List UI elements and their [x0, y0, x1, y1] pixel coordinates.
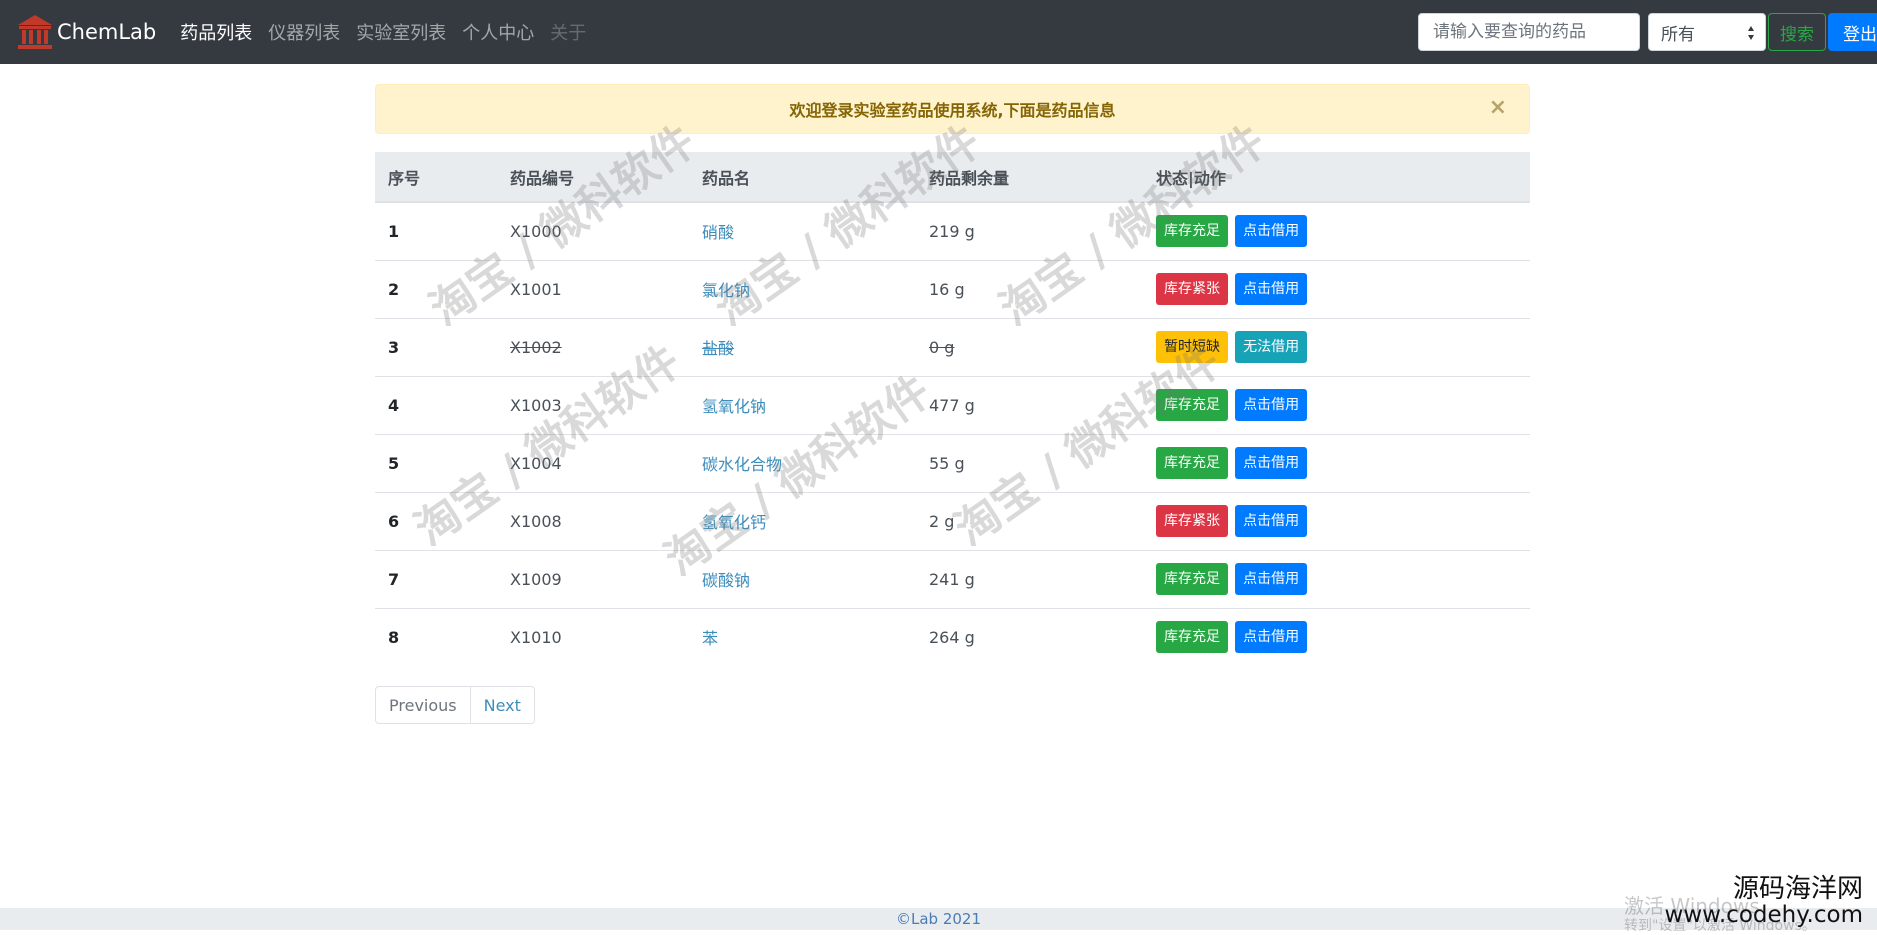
row-drug-name-link[interactable]: 苯 [689, 607, 916, 666]
category-select[interactable]: 所有 [1648, 13, 1766, 51]
nav-drug-list[interactable]: 药品列表 [180, 19, 252, 45]
row-amount: 264 g [916, 607, 1143, 666]
site-watermark: 源码海洋网 www.codehy.com [1664, 874, 1863, 929]
row-status-action: 库存紧张 点击借用 [1143, 259, 1530, 318]
row-status-action: 暂时短缺 无法借用 [1143, 317, 1530, 376]
header-status-action: 状态|动作 [1143, 152, 1530, 203]
borrow-button[interactable]: 点击借用 [1235, 621, 1308, 654]
status-badge: 库存紧张 [1156, 505, 1228, 537]
alert-message: 欢迎登录实验室药品使用系统,下面是药品信息 [789, 101, 1116, 120]
row-code: X1001 [497, 259, 689, 318]
status-badge: 库存紧张 [1156, 273, 1228, 305]
borrow-button[interactable]: 点击借用 [1235, 215, 1308, 248]
select-arrows-icon [1748, 26, 1754, 40]
row-index: 7 [375, 549, 497, 608]
status-badge: 库存充足 [1156, 621, 1228, 654]
row-status-action: 库存充足 点击借用 [1143, 607, 1530, 666]
row-drug-name-link[interactable]: 氢氧化钙 [689, 491, 916, 550]
brand[interactable]: ChemLab [16, 13, 156, 51]
pagination: Previous Next [375, 686, 535, 724]
table-row: 7 X1009 碳酸钠 241 g 库存充足 点击借用 [375, 549, 1530, 608]
nav-about[interactable]: 关于 [550, 19, 586, 45]
navbar: ChemLab 药品列表 仪器列表 实验室列表 个人中心 关于 所有 搜索 登出 [0, 0, 1877, 64]
status-badge: 库存充足 [1156, 447, 1228, 479]
row-index: 1 [375, 201, 497, 260]
header-name: 药品名 [689, 152, 916, 203]
header-code: 药品编号 [497, 152, 689, 203]
building-columns-icon [18, 15, 52, 49]
row-index: 6 [375, 491, 497, 550]
row-code: X1003 [497, 375, 689, 434]
status-badge: 暂时短缺 [1156, 331, 1228, 363]
table-row: 2 X1001 氯化钠 16 g 库存紧张 点击借用 [375, 259, 1530, 318]
table-header-row: 序号 药品编号 药品名 药品剩余量 状态|动作 [375, 152, 1530, 203]
borrow-button[interactable]: 点击借用 [1235, 389, 1308, 421]
row-code: X1004 [497, 433, 689, 492]
header-index: 序号 [375, 152, 497, 203]
row-index: 8 [375, 607, 497, 666]
category-select-value: 所有 [1661, 24, 1695, 45]
nav-lab-list[interactable]: 实验室列表 [356, 19, 446, 45]
table-row: 5 X1004 碳水化合物 55 g 库存充足 点击借用 [375, 433, 1530, 492]
nav-instrument-list[interactable]: 仪器列表 [268, 19, 340, 45]
site-name: 源码海洋网 [1732, 874, 1863, 904]
status-badge: 库存充足 [1156, 215, 1228, 248]
header-amount: 药品剩余量 [916, 152, 1143, 203]
row-drug-name-link[interactable]: 碳酸钠 [689, 549, 916, 608]
table-row: 1 X1000 硝酸 219 g 库存充足 点击借用 [375, 201, 1530, 260]
row-drug-name-link[interactable]: 氢氧化钠 [689, 375, 916, 434]
site-url: www.codehy.com [1664, 902, 1863, 929]
row-index: 4 [375, 375, 497, 434]
unavailable-button[interactable]: 无法借用 [1235, 331, 1308, 363]
status-badge: 库存充足 [1156, 563, 1228, 595]
nav-links: 药品列表 仪器列表 实验室列表 个人中心 关于 [180, 19, 602, 45]
status-badge: 库存充足 [1156, 389, 1228, 421]
borrow-button[interactable]: 点击借用 [1235, 447, 1308, 479]
close-icon[interactable]: × [1489, 97, 1507, 119]
table-row: 4 X1003 氢氧化钠 477 g 库存充足 点击借用 [375, 375, 1530, 434]
nav-profile[interactable]: 个人中心 [462, 19, 534, 45]
row-drug-name-link[interactable]: 硝酸 [689, 201, 916, 260]
row-status-action: 库存充足 点击借用 [1143, 433, 1530, 492]
table-row: 8 X1010 苯 264 g 库存充足 点击借用 [375, 607, 1530, 666]
row-amount: 16 g [916, 259, 1143, 318]
row-drug-name-link[interactable]: 氯化钠 [689, 259, 916, 318]
table-row: 6 X1008 氢氧化钙 2 g 库存紧张 点击借用 [375, 491, 1530, 550]
row-amount: 219 g [916, 201, 1143, 260]
welcome-alert: 欢迎登录实验室药品使用系统,下面是药品信息 × [375, 84, 1530, 134]
row-code: X1002 [497, 317, 689, 376]
borrow-button[interactable]: 点击借用 [1235, 505, 1308, 537]
row-amount: 0 g [916, 317, 1143, 376]
row-code: X1000 [497, 201, 689, 260]
row-status-action: 库存充足 点击借用 [1143, 549, 1530, 608]
row-index: 3 [375, 317, 497, 376]
previous-page-button[interactable]: Previous [375, 686, 471, 724]
logout-button[interactable]: 登出 [1828, 13, 1877, 51]
row-code: X1009 [497, 549, 689, 608]
row-amount: 2 g [916, 491, 1143, 550]
drug-table: 序号 药品编号 药品名 药品剩余量 状态|动作 1 X1000 硝酸 219 g… [375, 152, 1530, 666]
search-input[interactable] [1418, 13, 1640, 51]
row-amount: 477 g [916, 375, 1143, 434]
row-status-action: 库存紧张 点击借用 [1143, 491, 1530, 550]
row-code: X1008 [497, 491, 689, 550]
brand-name: ChemLab [57, 20, 157, 44]
row-drug-name-link[interactable]: 碳水化合物 [689, 433, 916, 492]
row-status-action: 库存充足 点击借用 [1143, 375, 1530, 434]
row-drug-name-link[interactable]: 盐酸 [689, 317, 916, 376]
footer: ©Lab 2021 [0, 908, 1877, 930]
borrow-button[interactable]: 点击借用 [1235, 563, 1308, 595]
borrow-button[interactable]: 点击借用 [1235, 273, 1308, 305]
row-code: X1010 [497, 607, 689, 666]
next-page-button[interactable]: Next [470, 686, 535, 724]
row-index: 5 [375, 433, 497, 492]
table-row: 3 X1002 盐酸 0 g 暂时短缺 无法借用 [375, 317, 1530, 376]
row-amount: 241 g [916, 549, 1143, 608]
footer-text: ©Lab 2021 [895, 910, 981, 928]
row-amount: 55 g [916, 433, 1143, 492]
row-status-action: 库存充足 点击借用 [1143, 201, 1530, 260]
search-button[interactable]: 搜索 [1768, 13, 1826, 51]
row-index: 2 [375, 259, 497, 318]
